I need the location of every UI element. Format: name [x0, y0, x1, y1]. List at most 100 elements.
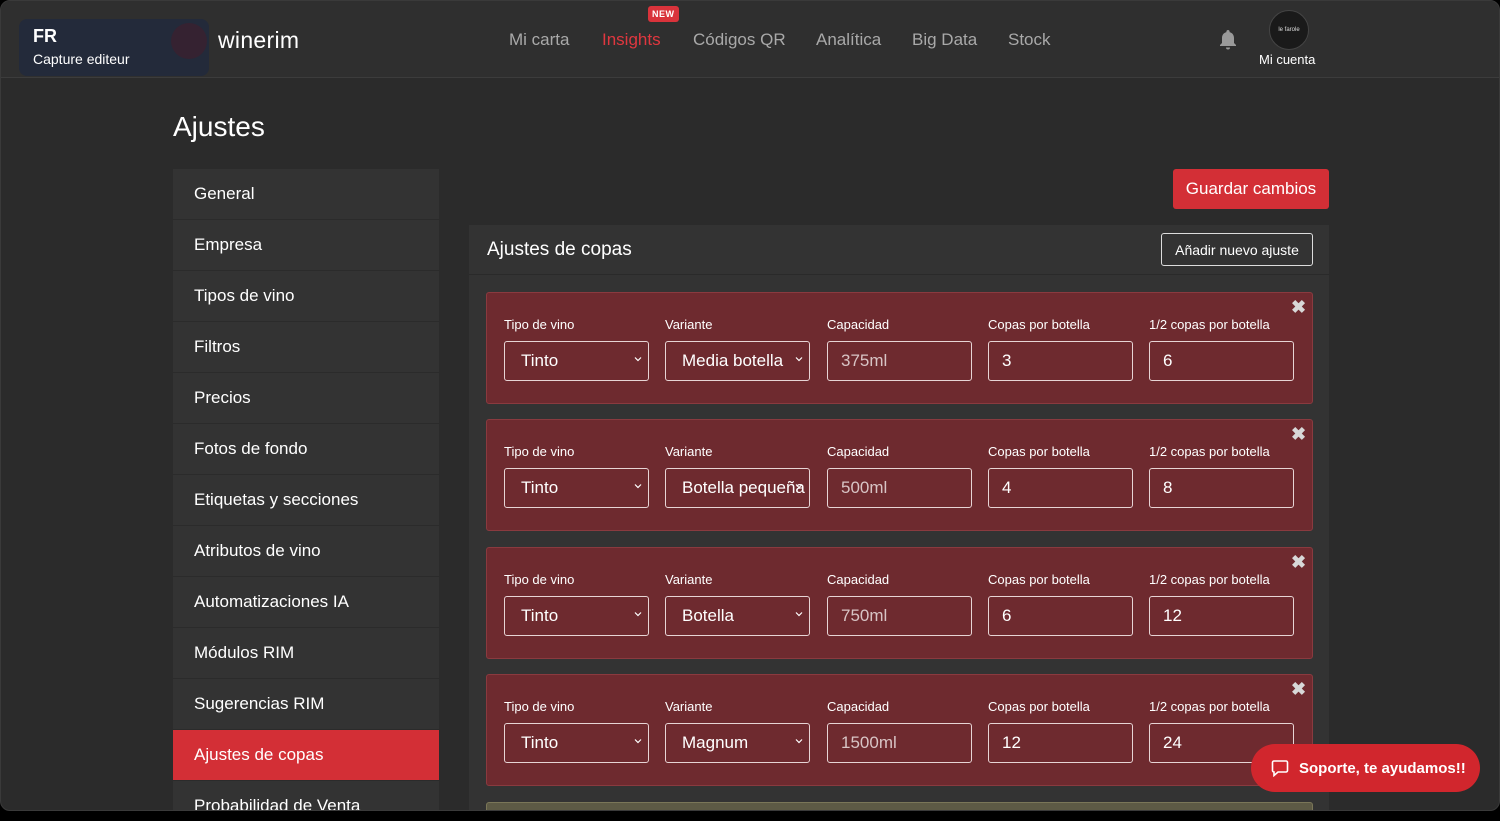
type-label: Tipo de vino	[504, 699, 575, 714]
panel-header: Ajustes de copas Añadir nuevo ajuste	[469, 225, 1329, 275]
chevron-down-icon	[634, 739, 642, 744]
half-glasses-label: 1/2 copas por botella	[1149, 444, 1270, 459]
workspace-switcher[interactable]: FR Capture editeur	[19, 19, 209, 76]
variant-value: Botella pequeña	[682, 478, 805, 497]
capacity-input[interactable]: 1500ml	[827, 723, 972, 763]
variant-value: Magnum	[682, 733, 749, 752]
sidebar-item-precios[interactable]: Precios	[173, 373, 439, 424]
variant-select[interactable]: Botella pequeña	[665, 468, 810, 508]
variant-value: Media botella	[682, 351, 784, 370]
capacity-input[interactable]: 375ml	[827, 341, 972, 381]
save-button[interactable]: Guardar cambios	[1173, 169, 1329, 209]
capacity-label: Capacidad	[827, 699, 890, 714]
notification-bell-icon[interactable]	[1216, 28, 1240, 52]
chat-bubble-icon	[1271, 760, 1289, 777]
capacity-label: Capacidad	[827, 317, 890, 332]
add-setting-button[interactable]: Añadir nuevo ajuste	[1161, 233, 1313, 266]
variant-label: Variante	[665, 699, 713, 714]
top-navbar: FR Capture editeur winerim Mi carta Insi…	[1, 1, 1499, 78]
glasses-input[interactable]: 6	[988, 596, 1133, 636]
sidebar-item-modulos-rim[interactable]: Módulos RIM	[173, 628, 439, 679]
glasses-input[interactable]: 12	[988, 723, 1133, 763]
nav-analitica[interactable]: Analítica	[816, 30, 881, 50]
nav-insights[interactable]: Insights	[602, 30, 661, 50]
half-glasses-label: 1/2 copas por botella	[1149, 699, 1270, 714]
wine-type-value: Tinto	[521, 606, 559, 625]
glasses-label: Copas por botella	[988, 444, 1090, 459]
capacity-input[interactable]: 500ml	[827, 468, 972, 508]
sidebar-item-sugerencias-rim[interactable]: Sugerencias RIM	[173, 679, 439, 730]
wine-type-value: Tinto	[521, 478, 559, 497]
account-avatar[interactable]: le farole	[1269, 10, 1309, 50]
wine-type-select[interactable]: Tinto	[504, 468, 649, 508]
variant-select[interactable]: Botella	[665, 596, 810, 636]
half-glasses-input[interactable]: 12	[1149, 596, 1294, 636]
chevron-down-icon	[795, 739, 803, 744]
panel-title: Ajustes de copas	[487, 239, 632, 260]
variant-label: Variante	[665, 572, 713, 587]
sidebar-item-atributos[interactable]: Atributos de vino	[173, 526, 439, 577]
wine-type-select[interactable]: Tinto	[504, 723, 649, 763]
glass-setting-row: ✖ Tipo de vino Tinto Variante Magnum Capac…	[486, 674, 1313, 786]
half-glasses-input[interactable]: 8	[1149, 468, 1294, 508]
variant-label: Variante	[665, 317, 713, 332]
nav-big-data[interactable]: Big Data	[912, 30, 977, 50]
chevron-down-icon	[634, 484, 642, 489]
variant-select[interactable]: Magnum	[665, 723, 810, 763]
variant-value: Botella	[682, 606, 734, 625]
workspace-logo-icon	[171, 23, 207, 59]
page-title: Ajustes	[173, 111, 265, 142]
glass-setting-row: ✖ Tipo de vino Tinto Variante Botella Capa…	[486, 547, 1313, 659]
app-window: FR Capture editeur winerim Mi carta Insi…	[0, 0, 1500, 811]
glasses-input[interactable]: 3	[988, 341, 1133, 381]
new-badge: NEW	[648, 6, 679, 22]
chevron-down-icon	[795, 612, 803, 617]
close-icon[interactable]: ✖	[1291, 552, 1306, 573]
account-label[interactable]: Mi cuenta	[1259, 52, 1315, 67]
nav-codigos-qr[interactable]: Códigos QR	[693, 30, 786, 50]
half-glasses-label: 1/2 copas por botella	[1149, 317, 1270, 332]
workspace-code: FR	[33, 26, 57, 46]
support-chat-button[interactable]: Soporte, te ayudamos!!	[1251, 744, 1480, 792]
sidebar-item-probabilidad[interactable]: Probabilidad de Venta	[173, 781, 439, 810]
support-label: Soporte, te ayudamos!!	[1299, 759, 1466, 777]
sidebar-item-ajustes-de-copas[interactable]: Ajustes de copas	[173, 730, 439, 781]
capacity-input[interactable]: 750ml	[827, 596, 972, 636]
glasses-label: Copas por botella	[988, 699, 1090, 714]
type-label: Tipo de vino	[504, 572, 575, 587]
workspace-subtitle: Capture editeur	[33, 51, 130, 67]
wine-type-select[interactable]: Tinto	[504, 596, 649, 636]
sidebar-item-automatizaciones[interactable]: Automatizaciones IA	[173, 577, 439, 628]
glass-settings-panel: Ajustes de copas Añadir nuevo ajuste ✖ T…	[469, 225, 1329, 810]
glasses-input[interactable]: 4	[988, 468, 1133, 508]
sidebar-item-tipos-de-vino[interactable]: Tipos de vino	[173, 271, 439, 322]
chevron-down-icon	[795, 484, 803, 489]
close-icon[interactable]: ✖	[1291, 424, 1306, 445]
glasses-label: Copas por botella	[988, 317, 1090, 332]
wine-type-select[interactable]: Tinto	[504, 341, 649, 381]
glasses-label: Copas por botella	[988, 572, 1090, 587]
type-label: Tipo de vino	[504, 444, 575, 459]
close-icon[interactable]: ✖	[1291, 297, 1306, 318]
half-glasses-label: 1/2 copas por botella	[1149, 572, 1270, 587]
close-icon[interactable]: ✖	[1291, 679, 1306, 700]
nav-stock[interactable]: Stock	[1008, 30, 1051, 50]
glass-setting-row: ✖ Tipo de vino Tinto Variante Media botell…	[486, 292, 1313, 404]
wine-type-value: Tinto	[521, 733, 559, 752]
wine-type-value: Tinto	[521, 351, 559, 370]
chevron-down-icon	[795, 357, 803, 362]
avatar-text: le farole	[1278, 27, 1300, 33]
variant-label: Variante	[665, 444, 713, 459]
glass-setting-row: ✖ Tipo de vino Tinto Variante Botella pequ…	[486, 419, 1313, 531]
sidebar-item-fotos-de-fondo[interactable]: Fotos de fondo	[173, 424, 439, 475]
sidebar-item-empresa[interactable]: Empresa	[173, 220, 439, 271]
app-logo[interactable]: winerim	[218, 27, 299, 54]
glass-setting-row-partial	[486, 802, 1313, 810]
sidebar-item-general[interactable]: General	[173, 169, 439, 220]
chevron-down-icon	[634, 612, 642, 617]
half-glasses-input[interactable]: 6	[1149, 341, 1294, 381]
nav-mi-carta[interactable]: Mi carta	[509, 30, 569, 50]
variant-select[interactable]: Media botella	[665, 341, 810, 381]
sidebar-item-etiquetas[interactable]: Etiquetas y secciones	[173, 475, 439, 526]
sidebar-item-filtros[interactable]: Filtros	[173, 322, 439, 373]
